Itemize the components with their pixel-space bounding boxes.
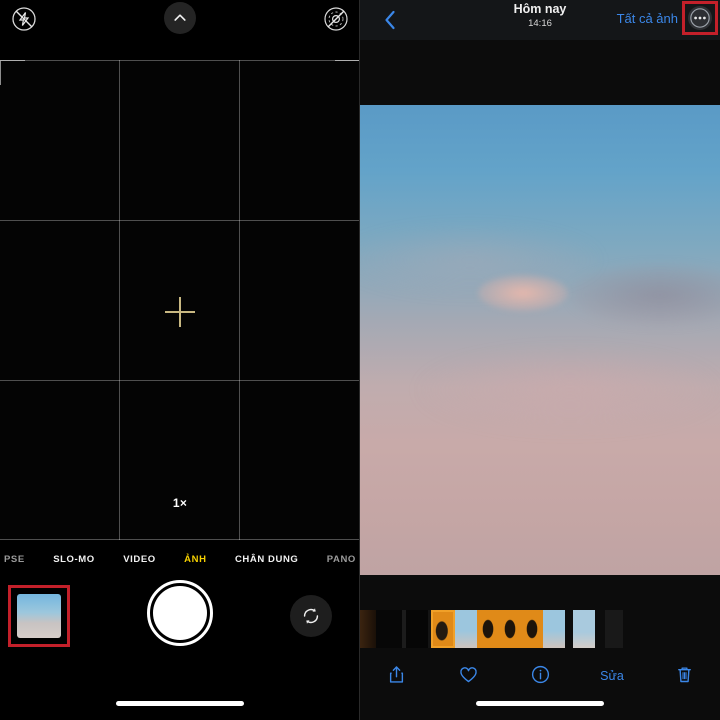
focus-crosshair-icon xyxy=(165,297,195,327)
edit-button[interactable]: Sửa xyxy=(593,661,631,691)
viewfinder-corner-top-left xyxy=(0,60,25,85)
dual-phone-screenshot: 1× PSE SLO-MO VIDEO ẢNH CHÂN DUNG PANO H… xyxy=(0,0,720,720)
filmstrip-thumb[interactable] xyxy=(360,610,376,648)
info-button[interactable] xyxy=(521,661,559,691)
camera-controls xyxy=(0,578,360,658)
zoom-level-indicator[interactable]: 1× xyxy=(173,496,187,510)
favorite-button[interactable] xyxy=(449,661,487,691)
cloud-pink-highlight xyxy=(478,275,568,311)
home-indicator-left xyxy=(116,701,244,706)
photo-filmstrip[interactable] xyxy=(360,610,720,648)
filmstrip-thumb[interactable] xyxy=(521,610,543,648)
cloud-haze-lower xyxy=(420,350,720,430)
grid-line-horizontal-2 xyxy=(0,380,360,381)
camera-mode-slomo[interactable]: SLO-MO xyxy=(53,554,95,565)
heart-icon xyxy=(458,664,479,688)
camera-mode-portrait[interactable]: CHÂN DUNG xyxy=(235,554,298,565)
filmstrip-thumb[interactable] xyxy=(605,610,623,648)
photos-panel: Hôm nay 14:16 Tất cả ảnh Sao chép xyxy=(360,0,720,720)
camera-mode-timelapse[interactable]: PSE xyxy=(4,554,25,565)
filmstrip-thumb[interactable] xyxy=(477,610,499,648)
camera-mode-pano[interactable]: PANO xyxy=(327,554,356,565)
shutter-inner xyxy=(153,586,207,640)
share-button[interactable] xyxy=(377,661,415,691)
trash-icon xyxy=(674,664,695,688)
photo-title-block: Hôm nay 14:16 xyxy=(480,2,600,30)
filmstrip-thumb[interactable] xyxy=(499,610,521,648)
filmstrip-thumb[interactable] xyxy=(376,610,402,648)
camera-mode-strip[interactable]: PSE SLO-MO VIDEO ẢNH CHÂN DUNG PANO xyxy=(0,548,360,570)
last-photo-thumbnail-highlight[interactable] xyxy=(8,585,70,647)
cloud-haze-upper xyxy=(360,225,600,295)
photo-time: 14:16 xyxy=(528,18,552,29)
all-photos-link[interactable]: Tất cả ảnh xyxy=(617,11,678,26)
panel-divider xyxy=(359,0,360,720)
info-icon xyxy=(530,664,551,688)
camera-mode-photo[interactable]: ẢNH xyxy=(184,554,206,565)
chevron-up-icon[interactable] xyxy=(164,2,196,34)
home-indicator-right xyxy=(476,701,604,706)
share-icon xyxy=(386,664,407,688)
filmstrip-thumb-selected[interactable] xyxy=(431,610,455,648)
camera-panel: 1× PSE SLO-MO VIDEO ẢNH CHÂN DUNG PANO xyxy=(0,0,360,720)
filmstrip-thumb[interactable] xyxy=(406,610,428,648)
viewfinder-corner-top-right xyxy=(335,60,360,85)
grid-line-horizontal-1 xyxy=(0,220,360,221)
camera-top-bar xyxy=(0,0,360,38)
filmstrip-thumb[interactable] xyxy=(455,610,477,648)
camera-mode-video[interactable]: VIDEO xyxy=(123,554,156,565)
live-photo-off-icon[interactable] xyxy=(322,5,350,33)
more-options-button[interactable] xyxy=(688,6,712,30)
page-title: Hôm nay xyxy=(513,2,567,16)
camera-flip-icon[interactable] xyxy=(290,595,332,637)
filmstrip-gap xyxy=(595,610,605,648)
flash-off-icon[interactable] xyxy=(10,5,38,33)
back-chevron-icon[interactable] xyxy=(382,8,398,32)
shutter-button[interactable] xyxy=(147,580,213,646)
grid-line-vertical-2 xyxy=(239,60,240,540)
photos-header: Hôm nay 14:16 Tất cả ảnh xyxy=(360,0,720,40)
last-photo-thumbnail[interactable] xyxy=(17,594,61,638)
filmstrip-thumb[interactable] xyxy=(543,610,565,648)
photo-toolbar: Sửa xyxy=(360,658,720,694)
delete-button[interactable] xyxy=(665,661,703,691)
filmstrip-thumb[interactable] xyxy=(573,610,595,648)
grid-line-vertical-1 xyxy=(119,60,120,540)
grid-line-horizontal-top xyxy=(0,60,360,61)
cloud-gray xyxy=(570,265,720,325)
photo-viewer-image[interactable] xyxy=(360,105,720,575)
grid-line-horizontal-bottom xyxy=(0,539,360,540)
filmstrip-gap xyxy=(565,610,573,648)
camera-viewfinder[interactable] xyxy=(0,60,360,540)
more-options-highlight xyxy=(682,1,718,35)
